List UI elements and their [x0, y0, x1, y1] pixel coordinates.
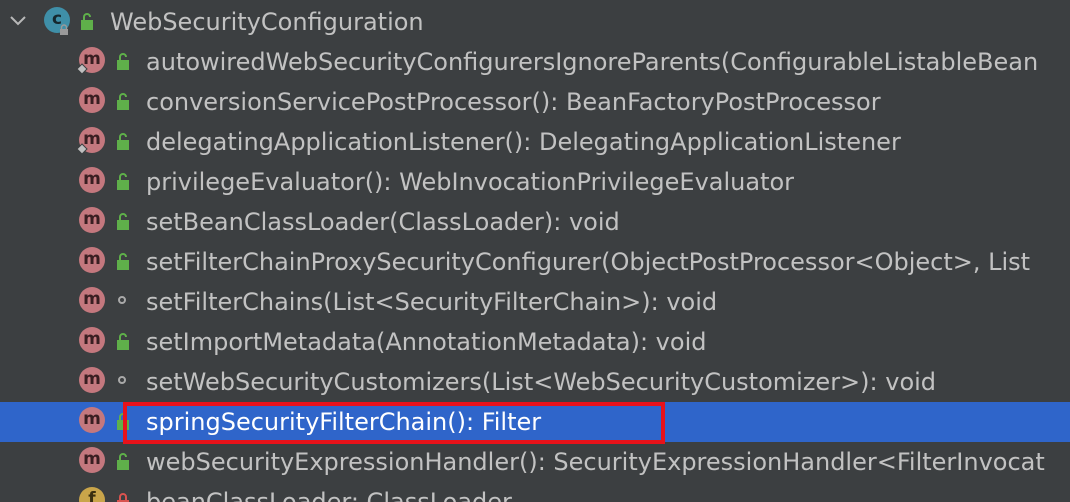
- method-icon: m: [79, 367, 105, 393]
- method-icon: m: [79, 327, 105, 353]
- tree-item[interactable]: m setFilterChains(List<SecurityFilterChai…: [0, 282, 1070, 322]
- tree-item[interactable]: f beanClassLoader: ClassLoader: [0, 482, 1070, 502]
- public-icon: [81, 13, 93, 30]
- method-icon: m: [79, 247, 105, 273]
- tree-item[interactable]: m setImportMetadata(AnnotationMetadata): …: [0, 322, 1070, 362]
- private-icon: [117, 493, 129, 502]
- public-icon: [117, 333, 129, 350]
- field-icon: f: [79, 487, 105, 502]
- method-label: delegatingApplicationListener(): Delegat…: [146, 128, 901, 156]
- bean-overlay-icon: [76, 143, 88, 155]
- public-icon: [117, 173, 129, 190]
- tree-item[interactable]: m setWebSecurityCustomizers(List<WebSecur…: [0, 362, 1070, 402]
- field-label: beanClassLoader: ClassLoader: [146, 488, 512, 502]
- tree-item[interactable]: m autowiredWebSecurityConfigurersIgnorePa…: [0, 42, 1070, 82]
- package-private-icon: [118, 376, 126, 384]
- method-label: setWebSecurityCustomizers(List<WebSecuri…: [146, 368, 937, 396]
- method-label: setFilterChainProxySecurityConfigurer(Ob…: [146, 248, 1031, 276]
- tree-item[interactable]: m privilegeEvaluator(): WebInvocationPriv…: [0, 162, 1070, 202]
- public-icon: [117, 93, 129, 110]
- method-label: webSecurityExpressionHandler(): Security…: [146, 448, 1045, 476]
- method-icon: m: [79, 207, 105, 233]
- public-icon: [117, 133, 129, 150]
- method-label: setBeanClassLoader(ClassLoader): void: [146, 208, 620, 236]
- tree-root-row[interactable]: c WebSecurityConfiguration: [0, 2, 1070, 42]
- tree-item[interactable]: m conversionServicePostProcessor(): BeanF…: [0, 82, 1070, 122]
- public-icon: [117, 53, 129, 70]
- method-label: privilegeEvaluator(): WebInvocationPrivi…: [146, 168, 795, 196]
- method-label: conversionServicePostProcessor(): BeanFa…: [146, 88, 881, 116]
- chevron-down-icon[interactable]: [6, 8, 30, 32]
- tree-item[interactable]: m setFilterChainProxySecurityConfigurer(O…: [0, 242, 1070, 282]
- public-icon: [117, 253, 129, 270]
- annotation-highlight-box: [123, 402, 665, 444]
- method-label: setImportMetadata(AnnotationMetadata): v…: [146, 328, 707, 356]
- tree-item[interactable]: m setBeanClassLoader(ClassLoader): void: [0, 202, 1070, 242]
- method-label: setFilterChains(List<SecurityFilterChain…: [146, 288, 718, 316]
- method-icon: m: [79, 287, 105, 313]
- class-name: WebSecurityConfiguration: [110, 8, 424, 36]
- tree-item[interactable]: m delegatingApplicationListener(): Delega…: [0, 122, 1070, 162]
- lock-overlay-icon: [60, 24, 68, 35]
- method-icon: m: [79, 167, 105, 193]
- method-label: autowiredWebSecurityConfigurersIgnorePar…: [146, 48, 1039, 76]
- method-icon: m: [79, 407, 105, 433]
- bean-overlay-icon: [76, 63, 88, 75]
- package-private-icon: [118, 296, 126, 304]
- tree-item[interactable]: m webSecurityExpressionHandler(): Securit…: [0, 442, 1070, 482]
- public-icon: [117, 213, 129, 230]
- method-icon: m: [79, 87, 105, 113]
- public-icon: [117, 453, 129, 470]
- method-icon: m: [79, 447, 105, 473]
- structure-tree: c WebSecurityConfiguration m autowiredWeb…: [0, 0, 1070, 502]
